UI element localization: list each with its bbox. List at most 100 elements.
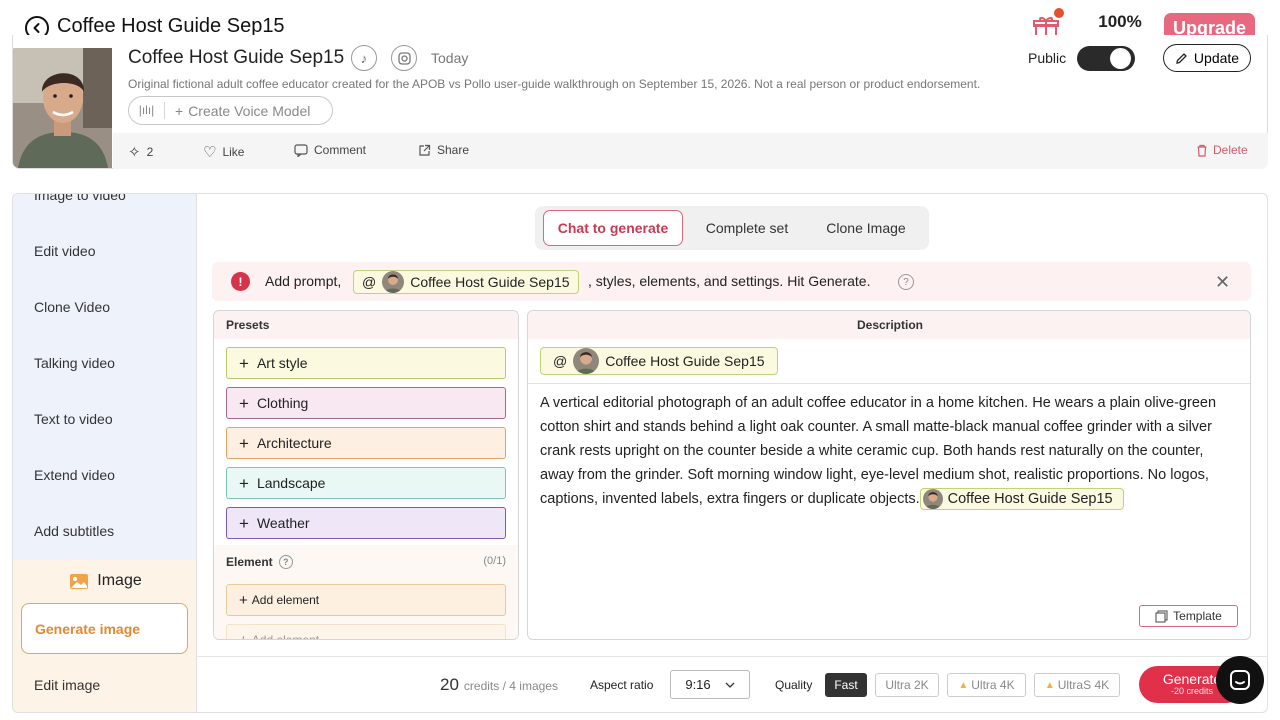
notification-dot xyxy=(1054,8,1064,18)
divider xyxy=(197,656,1268,657)
add-element-button[interactable]: + Add element xyxy=(226,584,506,616)
preset-weather-button[interactable]: + Weather xyxy=(226,507,506,539)
help-icon[interactable]: ? xyxy=(278,555,293,569)
add-element-button-secondary[interactable]: + Add element xyxy=(226,624,506,639)
generate-label: Generate xyxy=(1162,670,1222,687)
preset-architecture-button[interactable]: + Architecture xyxy=(226,427,506,459)
description-heading: Description xyxy=(528,311,1250,339)
usage-percent: 100% xyxy=(1098,12,1142,31)
plus-icon: + xyxy=(239,353,249,373)
comment-button[interactable]: Comment xyxy=(294,143,366,157)
sidebar-item-image-to-video[interactable]: Image to video xyxy=(34,194,126,203)
create-voice-model-button[interactable]: |ılı| + Create Voice Model xyxy=(128,96,333,125)
update-button[interactable]: Update xyxy=(1163,44,1251,72)
preset-label: Clothing xyxy=(256,395,309,411)
voice-model-label: Create Voice Model xyxy=(188,102,311,119)
aspect-ratio-select[interactable]: 9:16 xyxy=(670,670,750,699)
element-label: Element ? xyxy=(226,555,293,569)
profile-actions-bar xyxy=(113,133,1268,169)
sparkle-icon: ✧ xyxy=(128,144,141,161)
delete-button[interactable]: Delete xyxy=(1196,143,1248,157)
like-label: Like xyxy=(222,145,245,159)
preset-clothing-button[interactable]: + Clothing xyxy=(226,387,506,419)
prompt-textarea[interactable]: A vertical editorial photograph of an ad… xyxy=(540,391,1240,511)
presets-heading: Presets xyxy=(214,311,518,339)
prompt-inline-mention-label: Coffee Host Guide Sep15 xyxy=(947,491,1113,508)
mention-avatar xyxy=(922,489,943,510)
sidebar-item-edit-image[interactable]: Edit image xyxy=(34,677,100,693)
delete-label: Delete xyxy=(1213,143,1248,157)
tab-chat-to-generate[interactable]: Chat to generate xyxy=(543,210,683,246)
trash-icon xyxy=(1197,144,1207,157)
mention-avatar xyxy=(382,271,405,293)
notice-suffix: , styles, elements, and settings. Hit Ge… xyxy=(588,273,871,289)
at-symbol: @ xyxy=(553,353,568,369)
sidebar-section-image: Image xyxy=(13,560,196,602)
comment-label: Comment xyxy=(314,143,367,157)
preset-label: Architecture xyxy=(256,435,332,451)
plus-icon: + xyxy=(239,393,249,413)
mention-avatar xyxy=(573,348,600,374)
plus-icon: + xyxy=(239,591,248,609)
profile-name: Coffee Host Guide Sep15 xyxy=(128,47,345,68)
sidebar-item-talking-video[interactable]: Talking video xyxy=(34,355,115,371)
crown-icon: ▲ xyxy=(958,679,969,691)
chevron-down-icon xyxy=(725,682,735,688)
sidebar-item-edit-video[interactable]: Edit video xyxy=(34,243,95,259)
quality-ultras-4k-label: UltraS 4K xyxy=(1057,678,1110,692)
sidebar-section-label: Image xyxy=(97,572,142,589)
notice-mention-chip[interactable]: @ Coffee Host Guide Sep15 xyxy=(353,270,579,294)
sidebar-item-text-to-video[interactable]: Text to video xyxy=(34,411,113,427)
crown-icon: ▲ xyxy=(1044,679,1055,691)
add-element-label: Add element xyxy=(251,593,320,607)
close-icon[interactable]: ✕ xyxy=(1215,272,1230,293)
like-button[interactable]: ♡ Like xyxy=(203,143,244,161)
heart-icon: ♡ xyxy=(203,144,217,161)
share-label: Share xyxy=(437,143,470,157)
aspect-ratio-label: Aspect ratio xyxy=(590,678,654,692)
instagram-icon[interactable] xyxy=(391,45,417,71)
template-button[interactable]: Template xyxy=(1139,605,1238,627)
quality-label: Quality xyxy=(775,678,813,692)
sidebar: Image to video Edit video Clone Video Ta… xyxy=(12,193,197,713)
share-button[interactable]: Share xyxy=(418,143,469,157)
description-mention-label: Coffee Host Guide Sep15 xyxy=(605,353,765,369)
public-label: Public xyxy=(1028,50,1067,66)
quality-fast[interactable]: Fast xyxy=(825,673,867,697)
toggle-knob xyxy=(1110,48,1131,69)
sidebar-item-add-subtitles[interactable]: Add subtitles xyxy=(34,523,114,539)
credits-info: 20 credits / 4 images xyxy=(440,675,558,695)
sparkle-button[interactable]: ✧ 2 xyxy=(128,143,153,161)
profile-date: Today xyxy=(431,50,469,66)
description-mention-chip[interactable]: @ Coffee Host Guide Sep15 xyxy=(540,347,778,375)
tab-complete-set[interactable]: Complete set xyxy=(691,210,803,246)
alert-icon: ! xyxy=(231,272,250,291)
quality-ultras-4k[interactable]: ▲ UltraS 4K xyxy=(1034,673,1120,697)
notice-prefix: Add prompt, xyxy=(265,273,342,289)
plus-icon: + xyxy=(239,473,249,493)
aspect-ratio-value: 9:16 xyxy=(685,677,711,692)
template-label: Template xyxy=(1173,609,1222,623)
sidebar-item-extend-video[interactable]: Extend video xyxy=(34,467,115,483)
comment-icon xyxy=(294,143,308,157)
description-panel: Description @ Coffee Host Guide Sep15 A … xyxy=(527,310,1251,640)
preset-label: Weather xyxy=(256,515,310,531)
chat-support-icon[interactable] xyxy=(1216,656,1264,704)
preset-art-style-button[interactable]: + Art style xyxy=(226,347,506,379)
preset-landscape-button[interactable]: + Landscape xyxy=(226,467,506,499)
update-label: Update xyxy=(1193,50,1240,66)
sidebar-item-generate-image[interactable]: Generate image xyxy=(21,603,188,654)
element-count: (0/1) xyxy=(483,555,506,567)
image-icon xyxy=(70,573,89,589)
prompt-inline-mention-chip[interactable]: Coffee Host Guide Sep15 xyxy=(919,488,1124,511)
at-symbol: @ xyxy=(362,274,377,290)
help-icon[interactable]: ? xyxy=(898,274,914,290)
tab-clone-image[interactable]: Clone Image xyxy=(811,210,921,246)
quality-ultra-4k[interactable]: ▲ Ultra 4K xyxy=(947,673,1026,697)
generate-cost: -20 credits xyxy=(1170,686,1214,697)
template-icon xyxy=(1155,609,1168,623)
preset-label: Art style xyxy=(256,355,308,371)
tiktok-icon[interactable]: ♪ xyxy=(351,45,377,71)
quality-ultra-2k[interactable]: Ultra 2K xyxy=(875,673,939,697)
sidebar-item-clone-video[interactable]: Clone Video xyxy=(34,299,110,315)
